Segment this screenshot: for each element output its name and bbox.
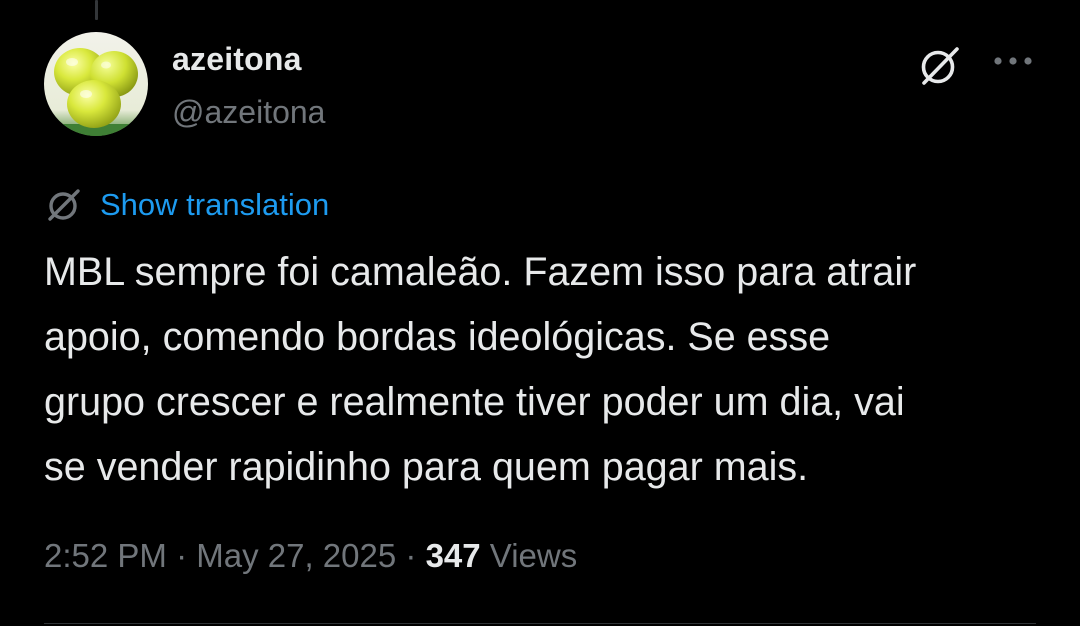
show-translation-link[interactable]: Show translation: [100, 184, 329, 226]
views-count[interactable]: 347: [426, 537, 481, 574]
author-display-name[interactable]: azeitona: [172, 38, 302, 80]
meta-separator: ·: [176, 537, 188, 574]
grok-button[interactable]: [916, 42, 964, 90]
tweet-metadata: 2:52 PM · May 27, 2025 · 347 Views: [44, 532, 577, 580]
more-icon: [994, 57, 1032, 65]
translate-icon: [48, 189, 80, 221]
olive-avatar-image: [44, 32, 148, 136]
tweet-text: MBL sempre foi camaleão. Fazem isso para…: [44, 250, 917, 489]
grok-icon: [921, 47, 959, 85]
views-label[interactable]: Views: [490, 537, 577, 574]
divider: [44, 623, 1036, 624]
avatar[interactable]: [44, 32, 148, 136]
thread-connector-line: [95, 0, 98, 20]
more-options-button[interactable]: [990, 46, 1036, 76]
tweet-time[interactable]: 2:52 PM: [44, 537, 167, 574]
meta-separator: ·: [405, 537, 417, 574]
show-translation-button[interactable]: Show translation: [44, 184, 329, 226]
author-handle[interactable]: @azeitona: [172, 91, 325, 133]
tweet-date[interactable]: May 27, 2025: [196, 537, 396, 574]
